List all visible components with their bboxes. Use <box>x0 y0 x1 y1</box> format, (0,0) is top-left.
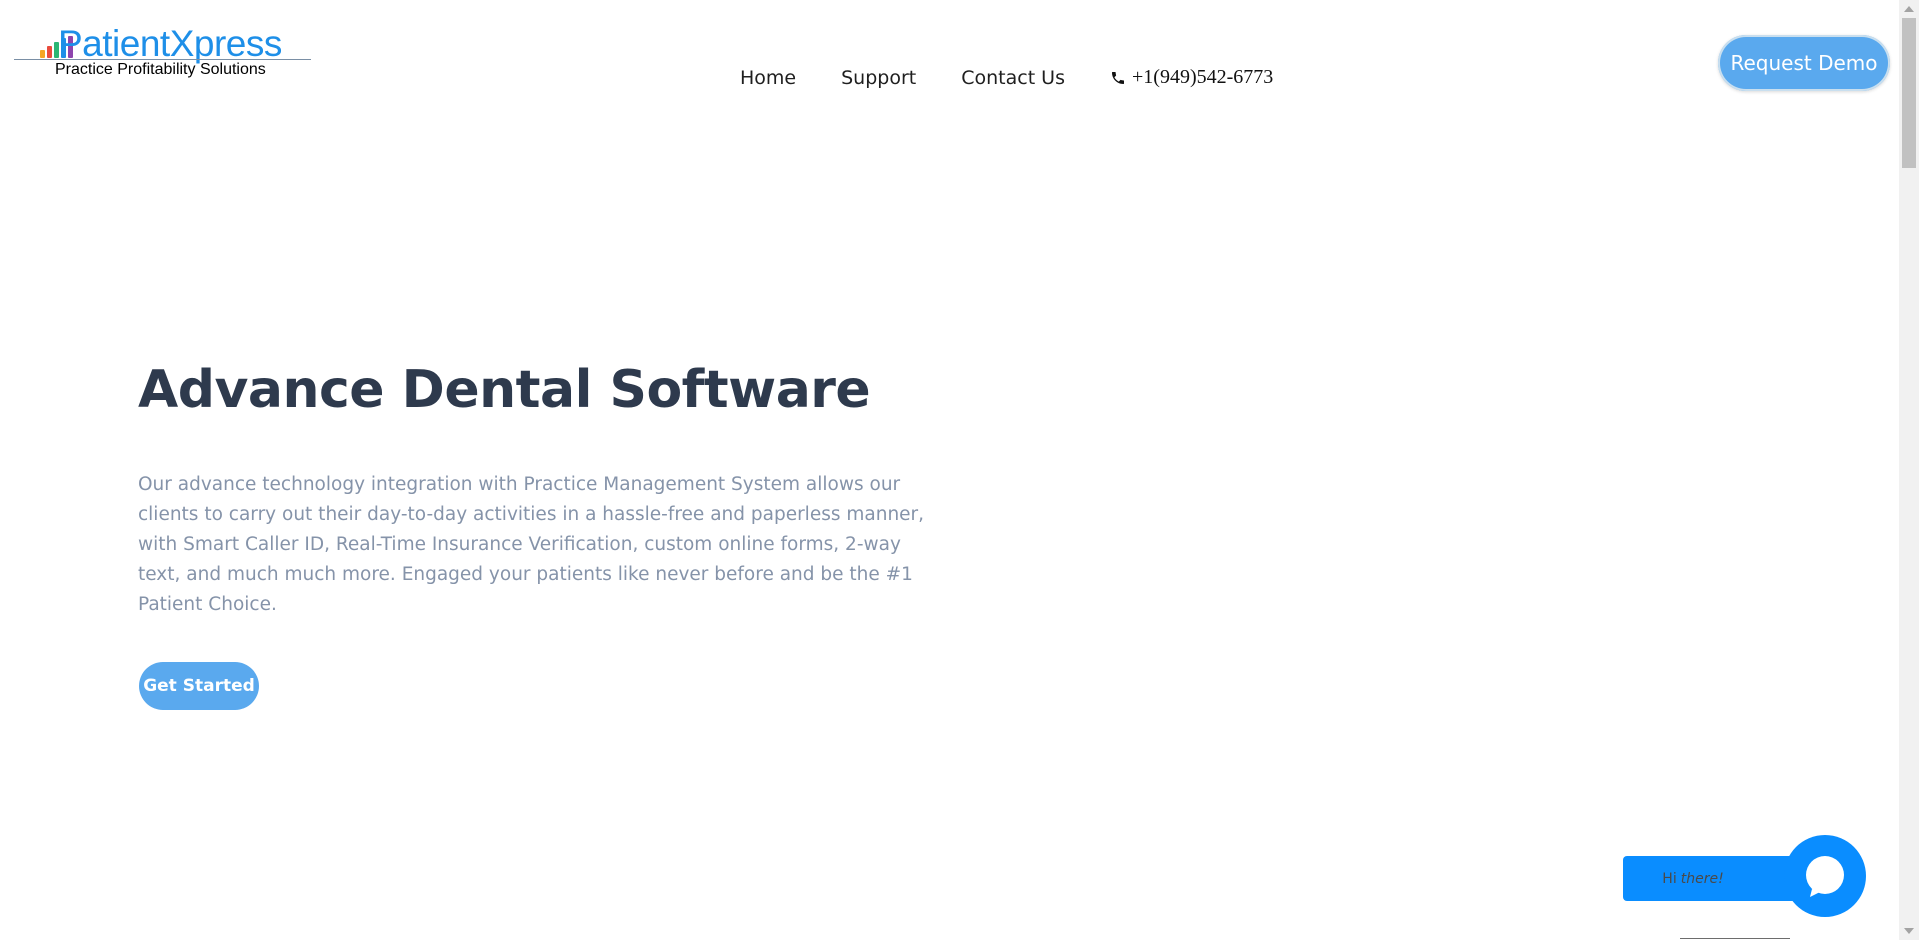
nav-home[interactable]: Home <box>740 67 796 89</box>
chat-greeting-hi: Hi <box>1662 870 1677 887</box>
main-nav: Home Support Contact Us +1(949)542-6773 <box>740 66 1273 89</box>
scroll-thumb[interactable] <box>1902 18 1916 168</box>
page-scrollbar[interactable] <box>1899 0 1919 940</box>
chat-launcher-button[interactable] <box>1784 835 1866 917</box>
chat-greeting-bubble[interactable]: Hi there! <box>1623 856 1803 901</box>
scroll-up-arrow-icon[interactable] <box>1904 6 1914 12</box>
nav-phone-link[interactable]: +1(949)542-6773 <box>1110 66 1273 89</box>
chat-greeting-there: there! <box>1680 870 1724 887</box>
nav-contact-us[interactable]: Contact Us <box>961 67 1065 89</box>
divider <box>1680 938 1790 939</box>
phone-number: +1(949)542-6773 <box>1132 66 1274 88</box>
logo[interactable]: PatientXpress Practice Profitability Sol… <box>14 22 314 82</box>
scroll-down-arrow-icon[interactable] <box>1904 928 1914 934</box>
nav-support[interactable]: Support <box>841 67 916 89</box>
phone-icon <box>1112 71 1124 84</box>
chat-icon <box>1806 856 1844 897</box>
request-demo-button[interactable]: Request Demo <box>1718 35 1890 91</box>
logo-tagline: Practice Profitability Solutions <box>55 61 266 78</box>
get-started-button[interactable]: Get Started <box>139 662 259 710</box>
hero-title: Advance Dental Software <box>138 360 871 420</box>
logo-underline <box>14 59 311 60</box>
hero-description: Our advance technology integration with … <box>138 474 925 615</box>
